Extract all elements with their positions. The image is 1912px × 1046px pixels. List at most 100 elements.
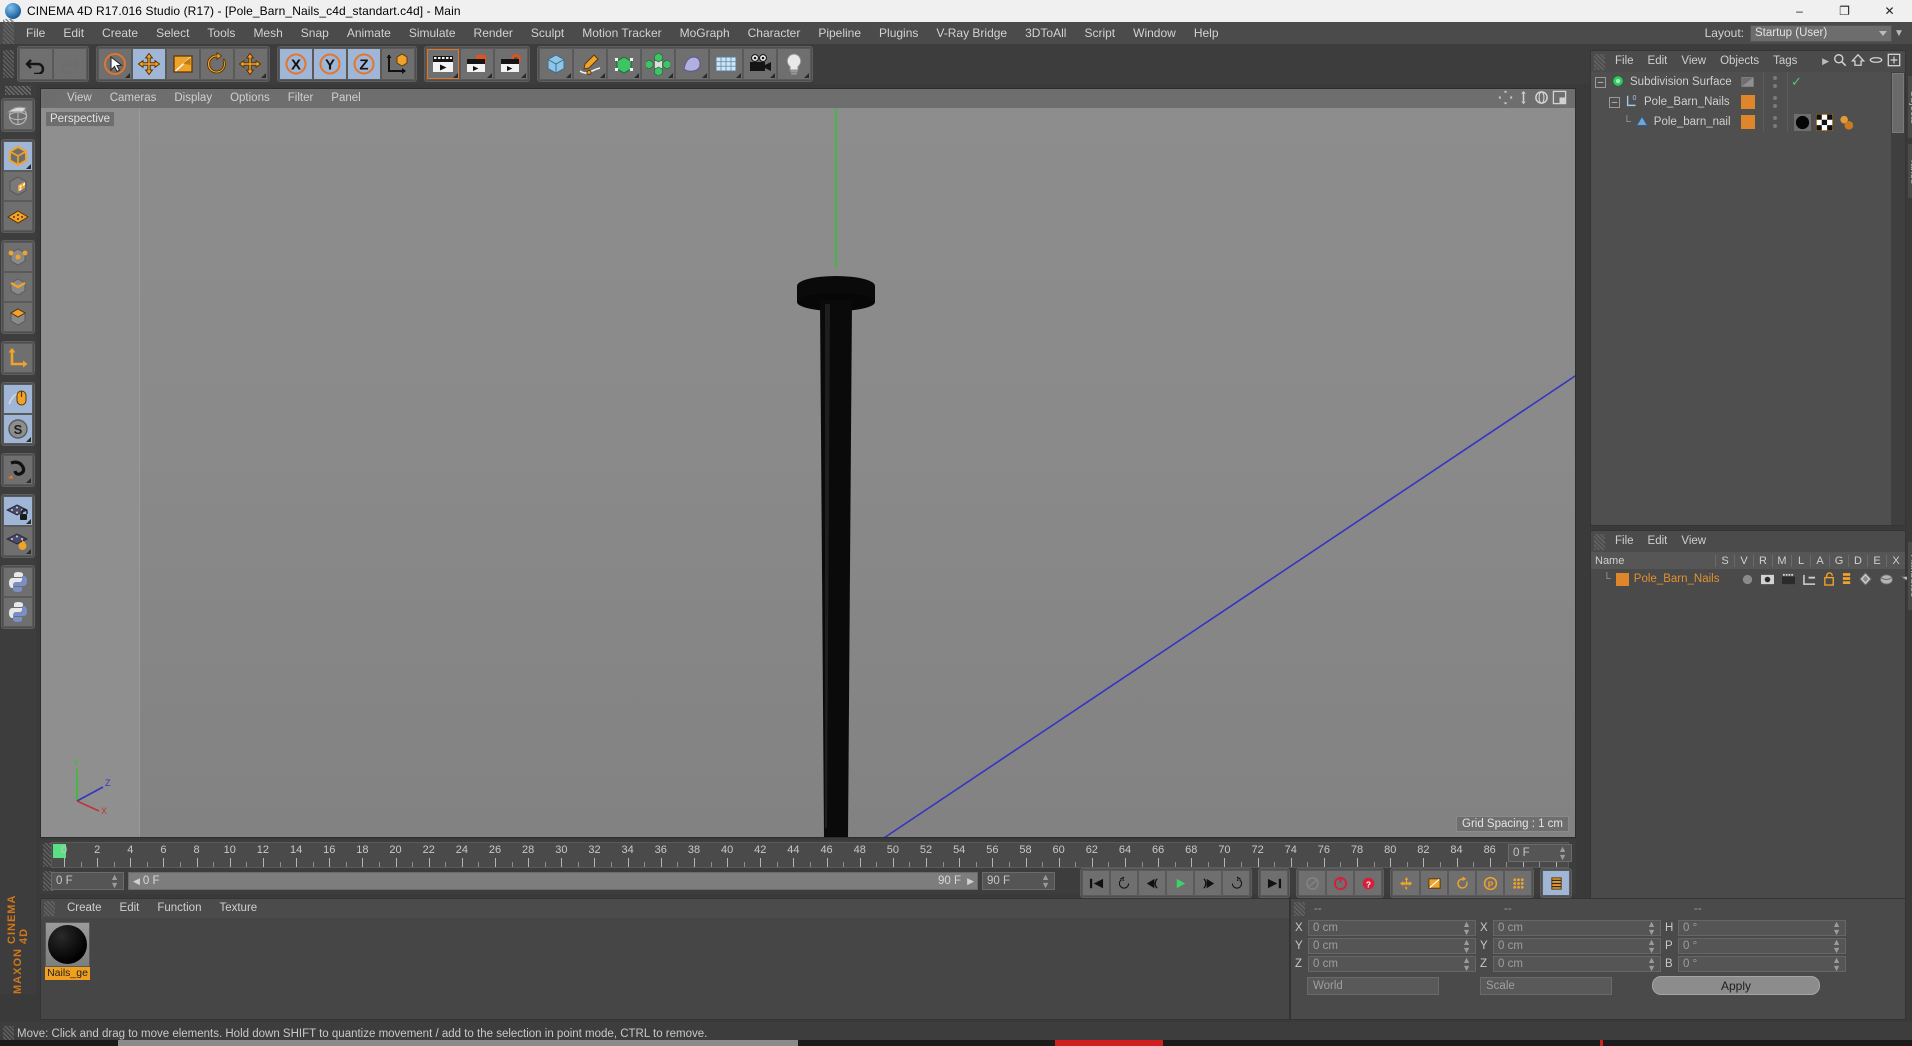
lock-y-axis-button[interactable]: Y (313, 48, 347, 80)
step-back-button[interactable] (1138, 870, 1166, 896)
menu-item-tools[interactable]: Tools (198, 22, 244, 44)
spinner-icon[interactable]: ▲ ▼ (1647, 919, 1656, 936)
preview-end-arrow-icon[interactable]: ▶ (967, 876, 974, 887)
menu-item-character[interactable]: Character (739, 22, 810, 44)
magnet-tool-button[interactable] (3, 455, 33, 485)
spinner-icon[interactable]: ▲ ▼ (1832, 955, 1841, 972)
object-menu-item-tags[interactable]: Tags (1766, 51, 1804, 72)
ellipse-icon[interactable] (1869, 53, 1883, 70)
menu-item-pipeline[interactable]: Pipeline (809, 22, 870, 44)
structure-menu-item-view[interactable]: View (1674, 531, 1713, 552)
object-color-swatch[interactable] (1741, 92, 1755, 112)
overflow-arrow-icon[interactable]: ▶ (1822, 56, 1829, 67)
menu-item-create[interactable]: Create (93, 22, 147, 44)
rotation-key-button[interactable] (1448, 870, 1476, 896)
structure-column-x[interactable]: X (1886, 554, 1905, 567)
add-camera-button[interactable] (743, 48, 777, 80)
material-menu-item-create[interactable]: Create (58, 899, 111, 918)
material-menu-grip[interactable] (44, 901, 55, 916)
menu-item-plugins[interactable]: Plugins (870, 22, 927, 44)
visibility-dots[interactable] (1771, 114, 1779, 130)
spinner-icon[interactable]: ▲ ▼ (1647, 937, 1656, 954)
viewport-menu-item-view[interactable]: View (58, 89, 101, 108)
object-row-pole-barn-nails[interactable]: – 0 Pole_Barn_Nails (1591, 92, 1891, 112)
viewport-menu-item-cameras[interactable]: Cameras (101, 89, 166, 108)
preview-range-bar[interactable]: ◀ 0 F 90 F ▶ (128, 872, 978, 890)
undo-button[interactable] (19, 48, 53, 80)
object-color-swatch[interactable] (1741, 112, 1755, 132)
visibility-dots[interactable] (1771, 94, 1779, 110)
enable-axis-button[interactable] (3, 343, 33, 373)
rotation-b-input[interactable]: 0 ° ▲ ▼ (1678, 955, 1846, 972)
lock-workplane-button[interactable] (3, 496, 33, 526)
python-script-button[interactable] (3, 567, 33, 597)
scale-key-button[interactable] (1420, 870, 1448, 896)
object-menu-item-edit[interactable]: Edit (1641, 51, 1675, 72)
render-to-picture-viewer-button[interactable] (460, 48, 494, 80)
add-scene-object-button[interactable] (675, 48, 709, 80)
tab-attributes[interactable]: Attributes (1907, 541, 1912, 611)
left-toolbar-grip[interactable] (5, 86, 31, 95)
viewport-menu-item-display[interactable]: Display (165, 89, 221, 108)
soft-selection-button[interactable]: S (3, 414, 33, 444)
go-to-end-button[interactable] (1260, 870, 1288, 896)
polygon-mode-button[interactable] (3, 302, 33, 332)
structure-menu-grip[interactable] (1594, 533, 1605, 550)
maximize-button[interactable]: ❐ (1822, 0, 1867, 22)
play-backwards-loop-button[interactable] (1110, 870, 1138, 896)
search-icon[interactable] (1833, 53, 1847, 70)
structure-column-g[interactable]: G (1829, 554, 1848, 567)
loop-playback-button[interactable] (1222, 870, 1250, 896)
menu-item-render[interactable]: Render (465, 22, 522, 44)
menu-item-window[interactable]: Window (1124, 22, 1185, 44)
menu-item-v-ray-bridge[interactable]: V-Ray Bridge (927, 22, 1016, 44)
scale-tool[interactable] (166, 48, 200, 80)
current-frame-field[interactable]: 0 F ▲ ▼ (51, 872, 124, 890)
spinner-icon[interactable]: ▲ ▼ (1832, 919, 1841, 936)
size-x-input[interactable]: 0 cm ▲ ▼ (1493, 919, 1661, 936)
structure-column-e[interactable]: E (1867, 554, 1886, 567)
object-menu-item-objects[interactable]: Objects (1713, 51, 1766, 72)
timeline-frame-indicator[interactable]: 0 F ▲ ▼ (1508, 844, 1572, 862)
spinner-icon[interactable]: ▲ ▼ (1647, 955, 1656, 972)
position-key-button[interactable] (1392, 870, 1420, 896)
minimize-button[interactable]: – (1777, 0, 1822, 22)
fullscreen-icon[interactable] (1887, 53, 1901, 70)
enabled-check-icon[interactable]: ✓ (1791, 74, 1802, 90)
size-z-input[interactable]: 0 cm ▲ ▼ (1493, 955, 1661, 972)
move-tool[interactable] (132, 48, 166, 80)
material-menu-item-texture[interactable]: Texture (210, 899, 266, 918)
structure-menu-item-edit[interactable]: Edit (1641, 531, 1675, 552)
viewport-menu-grip[interactable] (44, 91, 55, 106)
coordinates-grip[interactable] (1294, 901, 1305, 916)
menu-item-help[interactable]: Help (1185, 22, 1228, 44)
point-mode-button[interactable] (3, 242, 33, 272)
size-y-input[interactable]: 0 cm ▲ ▼ (1493, 937, 1661, 954)
lock-z-axis-button[interactable]: Z (347, 48, 381, 80)
menu-item-simulate[interactable]: Simulate (400, 22, 465, 44)
material-list[interactable]: Nails_ge (41, 918, 1289, 1019)
structure-column-m[interactable]: M (1772, 554, 1791, 567)
object-row-subdivision-surface[interactable]: – Subdivision Surface ✓ (1591, 72, 1891, 92)
spinner-icon[interactable]: ▲ ▼ (1462, 937, 1471, 954)
structure-column-a[interactable]: A (1810, 554, 1829, 567)
add-generator-button[interactable] (607, 48, 641, 80)
tab-takes[interactable]: Takes (1907, 143, 1912, 199)
step-forward-button[interactable] (1194, 870, 1222, 896)
structure-column-v[interactable]: V (1734, 554, 1753, 567)
play-button[interactable] (1166, 870, 1194, 896)
edge-mode-button[interactable] (3, 272, 33, 302)
menu-item-mograph[interactable]: MoGraph (671, 22, 739, 44)
end-frame-field[interactable]: 90 F ▲ ▼ (982, 872, 1055, 890)
structure-row[interactable]: └ Pole_Barn_Nails (1591, 569, 1912, 589)
coordinate-system-dropdown[interactable]: World (1307, 976, 1439, 995)
object-color-swatch[interactable] (1615, 572, 1629, 586)
timeline-toggle-button[interactable] (1542, 870, 1570, 896)
menubar-overflow-icon[interactable]: ▼ (1892, 28, 1906, 39)
spinner-icon[interactable]: ▲ ▼ (1558, 845, 1567, 862)
object-tree[interactable]: – Subdivision Surface ✓ – 0 Pole_Barn_Na… (1591, 72, 1891, 525)
redo-button[interactable] (53, 48, 87, 80)
apply-button[interactable]: Apply (1652, 976, 1820, 995)
add-spline-button[interactable] (573, 48, 607, 80)
material-tag-icon[interactable] (1794, 113, 1811, 131)
